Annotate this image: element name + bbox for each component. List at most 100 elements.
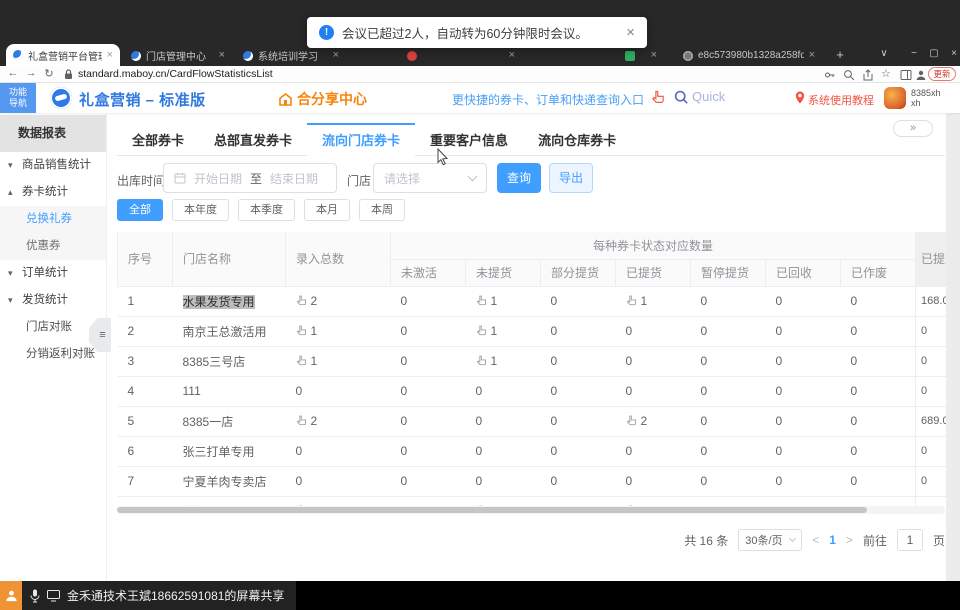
tab-流向门店券卡[interactable]: 流向门店券卡 xyxy=(307,123,415,156)
store-name: 水果发货专用 xyxy=(183,295,255,309)
link-count[interactable]: 1 xyxy=(491,354,498,368)
tab-search-chevron-icon[interactable]: ∨ xyxy=(876,46,892,62)
tab-close-icon[interactable]: × xyxy=(219,50,225,61)
date-to-label: 至 xyxy=(250,170,262,187)
nav-line1: 功能 xyxy=(0,87,36,98)
sidebar-item-商品销售统计[interactable]: ▾商品销售统计 xyxy=(0,152,106,179)
next-page-button[interactable]: > xyxy=(846,533,853,547)
scrollbar-thumb[interactable] xyxy=(117,507,867,513)
cell-status: 2 xyxy=(616,406,691,436)
share-icon[interactable] xyxy=(862,69,874,81)
cell-status: 0 xyxy=(691,316,766,346)
horizontal-scrollbar[interactable] xyxy=(117,506,945,514)
column-header: 门店名称 xyxy=(173,232,286,286)
tab-重要客户信息[interactable]: 重要客户信息 xyxy=(415,123,523,156)
info-icon: ! xyxy=(319,25,334,40)
tab-close-icon[interactable]: × xyxy=(509,50,515,61)
back-icon[interactable]: ← xyxy=(6,67,20,79)
caret-icon: ▾ xyxy=(8,260,13,287)
share-center-icon xyxy=(278,92,293,107)
bookmark-star-icon[interactable]: ☆ xyxy=(881,67,891,80)
quick-search-icon[interactable] xyxy=(674,90,689,105)
link-count[interactable]: 1 xyxy=(311,354,318,368)
tab-close-icon[interactable]: × xyxy=(107,50,113,61)
browser-tab[interactable]: e8c573980b1328a258fd2e6 × xyxy=(676,45,822,66)
browser-tab[interactable]: × xyxy=(400,45,522,66)
browser-tab[interactable]: × xyxy=(618,45,664,66)
nav-line2: 导航 xyxy=(0,98,36,109)
tab-close-icon[interactable]: × xyxy=(333,50,339,61)
tab-close-icon[interactable]: × xyxy=(651,50,657,61)
link-count[interactable]: 1 xyxy=(491,294,498,308)
quick-filter-本年度[interactable]: 本年度 xyxy=(172,199,229,221)
tab-流向仓库券卡[interactable]: 流向仓库券卡 xyxy=(523,123,631,156)
caret-icon: ▾ xyxy=(8,287,13,314)
window-close-button[interactable]: × xyxy=(946,46,960,62)
cell-store-name: 8385三号店 xyxy=(173,346,286,376)
toast-close-icon[interactable]: × xyxy=(626,25,635,40)
sidebar-item-发货统计[interactable]: ▾发货统计 xyxy=(0,287,106,314)
goto-page-input[interactable] xyxy=(897,529,923,551)
tab-close-icon[interactable]: × xyxy=(809,50,815,61)
link-count[interactable]: 1 xyxy=(311,324,318,338)
cell-amount: 1,152.0 xyxy=(916,496,946,506)
cell-status: 0 xyxy=(391,376,466,406)
profile-icon[interactable] xyxy=(915,69,927,81)
window-maximize-button[interactable]: ▢ xyxy=(926,46,942,62)
table-row: 1水果发货专用20101000168.0 xyxy=(118,286,947,316)
table-row: 7宁夏羊肉专卖店000000000 xyxy=(118,466,947,496)
current-page[interactable]: 1 xyxy=(829,533,836,547)
tab-总部直发券卡[interactable]: 总部直发券卡 xyxy=(199,123,307,156)
app-header: 功能 导航 礼盒营销 – 标准版 合分享中心 更快捷的券卡、订单和快递查询入口 … xyxy=(0,83,960,113)
tab-title: e8c573980b1328a258fd2e6 xyxy=(698,50,804,61)
url-field[interactable]: standard.maboy.cn/CardFlowStatisticsList xyxy=(78,68,273,80)
quick-filter-全部[interactable]: 全部 xyxy=(117,199,163,221)
browser-update-button[interactable]: 更新 ⋮ xyxy=(928,67,956,81)
prev-page-button[interactable]: < xyxy=(812,533,819,547)
quick-filter-本周[interactable]: 本周 xyxy=(359,199,405,221)
browser-tab[interactable]: 门店管理中心× xyxy=(124,45,232,66)
sidebar-item-优惠券[interactable]: 优惠券 xyxy=(0,233,106,260)
cell-no: 5 xyxy=(118,406,173,436)
sidebar-item-券卡统计[interactable]: ▴券卡统计 xyxy=(0,179,106,206)
link-count[interactable]: 2 xyxy=(641,414,648,428)
zoom-icon[interactable] xyxy=(843,69,855,81)
sidebar-item-分销返利对账[interactable]: 分销返利对账 xyxy=(0,341,106,368)
cell-total: 2 xyxy=(286,406,391,436)
quick-entry-link[interactable]: 更快捷的券卡、订单和快递查询入口 xyxy=(452,91,644,108)
new-tab-button[interactable]: + xyxy=(832,47,848,63)
quick-label[interactable]: Quick xyxy=(692,89,725,104)
panel-collapse-button[interactable]: » xyxy=(893,120,933,137)
function-nav-button[interactable]: 功能 导航 xyxy=(0,83,36,113)
link-count[interactable]: 1 xyxy=(491,324,498,338)
tab-全部券卡[interactable]: 全部券卡 xyxy=(117,123,199,156)
store-select[interactable]: 请选择 xyxy=(373,163,487,193)
date-range-input[interactable]: 开始日期 至 结束日期 xyxy=(163,163,337,193)
side-panel-icon[interactable] xyxy=(900,69,912,81)
brand-favicon-icon xyxy=(243,51,253,61)
cell-total: 1 xyxy=(286,316,391,346)
link-count[interactable]: 2 xyxy=(311,414,318,428)
key-icon[interactable] xyxy=(824,69,836,81)
sidebar-item-订单统计[interactable]: ▾订单统计 xyxy=(0,260,106,287)
search-button[interactable]: 查询 xyxy=(497,163,541,193)
reload-icon[interactable]: ↻ xyxy=(42,67,56,80)
share-center-link[interactable]: 合分享中心 xyxy=(278,89,367,109)
browser-tab[interactable]: 礼盒营销平台管理中心× xyxy=(6,44,120,66)
browser-tab[interactable]: 系统培训学习× xyxy=(236,45,346,66)
sidebar-item-label: 兑换礼券 xyxy=(26,213,72,225)
table-row: 38385三号店101000000 xyxy=(118,346,947,376)
quick-filter-本月[interactable]: 本月 xyxy=(304,199,350,221)
page-size-select[interactable]: 30条/页 xyxy=(738,529,802,551)
user-avatar[interactable] xyxy=(884,87,906,109)
tutorial-link[interactable]: 系统使用教程 xyxy=(808,92,874,108)
cell-status: 1 xyxy=(466,316,541,346)
link-count[interactable]: 2 xyxy=(311,294,318,308)
quick-filter-本季度[interactable]: 本季度 xyxy=(238,199,295,221)
sidebar-item-兑换礼券[interactable]: 兑换礼券 xyxy=(0,206,106,233)
column-header: 序号 xyxy=(118,232,173,286)
export-button[interactable]: 导出 xyxy=(549,163,593,193)
link-count[interactable]: 1 xyxy=(641,294,648,308)
window-minimize-button[interactable]: − xyxy=(906,46,922,62)
forward-icon[interactable]: → xyxy=(24,67,38,79)
